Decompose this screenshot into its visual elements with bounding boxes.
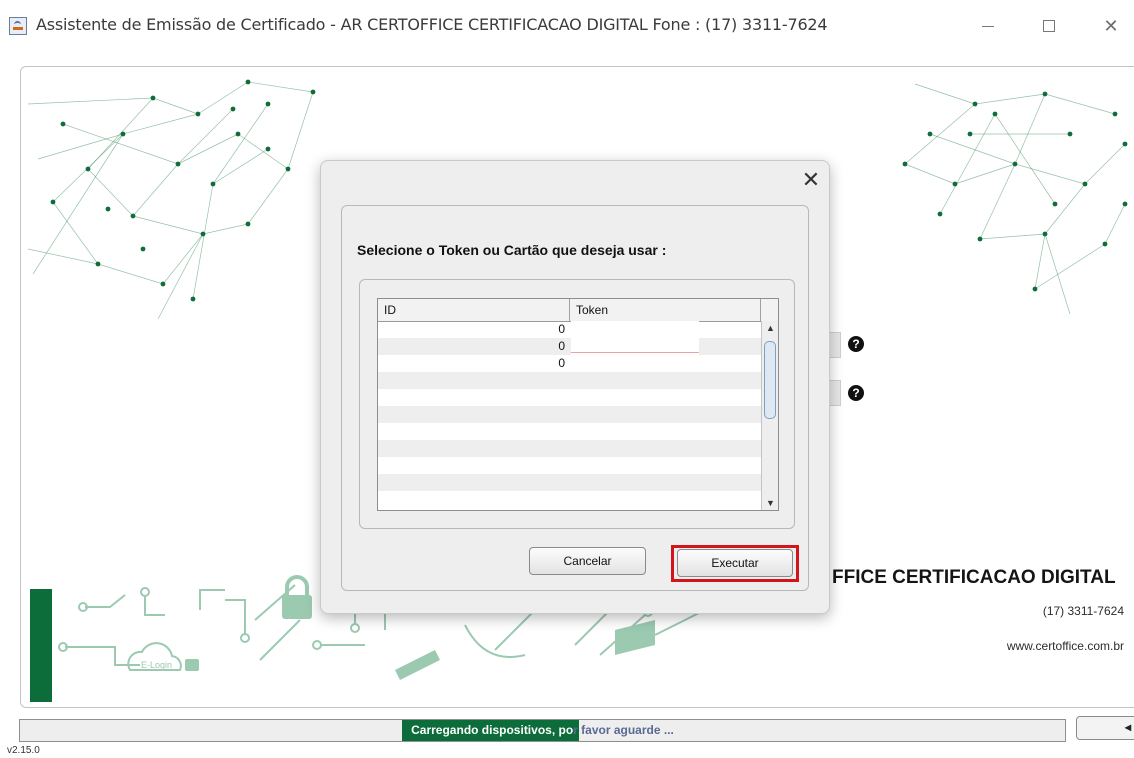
company-phone: (17) 3311-7624: [1042, 604, 1124, 618]
row-token: [571, 355, 699, 372]
company-website: www.certoffice.com.br: [1006, 639, 1124, 653]
table-row: [378, 406, 762, 423]
table-row: [378, 491, 762, 508]
table-row: [378, 372, 762, 389]
cancel-button[interactable]: Cancelar: [529, 547, 646, 575]
column-header-token[interactable]: Token: [570, 299, 761, 321]
table-row[interactable]: 0: [378, 338, 762, 355]
table-header: ID Token: [378, 299, 778, 322]
elogin-logo-text: E-Login: [141, 660, 172, 670]
minimize-button[interactable]: [965, 8, 1011, 44]
dialog-body: Selecione o Token ou Cartão que deseja u…: [341, 205, 809, 591]
row-id: 0: [558, 339, 565, 353]
network-graphic-left: [28, 79, 316, 320]
help-icon[interactable]: ?: [848, 336, 864, 352]
side-action-button[interactable]: ◂: [1076, 716, 1134, 740]
dialog-titlebar: ✕: [321, 161, 829, 201]
table-row: [378, 457, 762, 474]
table-scrollbar[interactable]: ▲ ▼: [761, 321, 778, 510]
network-graphic-right: [902, 83, 1128, 315]
table-row: [378, 389, 762, 406]
table-row[interactable]: 0: [378, 321, 762, 338]
maximize-button[interactable]: [1025, 8, 1071, 44]
version-label: v2.15.0: [7, 745, 40, 756]
status-message: Carregando dispositivos, por favor aguar…: [20, 723, 1065, 737]
table-row: [378, 474, 762, 491]
status-message-part-1: Carregando dispositivos, po: [411, 723, 574, 737]
arrow-icon: ◂: [1124, 720, 1131, 734]
token-table: ID Token 0 0 0 ▲ ▼: [377, 298, 779, 511]
token-cell-underline: [571, 352, 699, 353]
table-row: [378, 440, 762, 457]
scroll-thumb[interactable]: [764, 341, 776, 419]
row-id: 0: [558, 322, 565, 336]
token-table-group: ID Token 0 0 0 ▲ ▼: [359, 279, 795, 529]
window-titlebar: Assistente de Emissão de Certificado - A…: [0, 0, 1134, 52]
hidden-field-2[interactable]: [830, 380, 841, 406]
status-message-part-2: r favor aguarde ...: [573, 723, 674, 737]
java-app-icon: [9, 17, 27, 35]
brand-accent-bar: [30, 589, 52, 702]
column-header-id[interactable]: ID: [378, 299, 570, 321]
status-progress-bar: Carregando dispositivos, por favor aguar…: [19, 719, 1066, 742]
dialog-close-icon[interactable]: ✕: [799, 169, 823, 193]
row-token: [571, 321, 699, 338]
execute-button[interactable]: Executar: [677, 549, 793, 577]
row-id: 0: [558, 356, 565, 370]
help-icon[interactable]: ?: [848, 385, 864, 401]
table-row: [378, 423, 762, 440]
table-row[interactable]: 0: [378, 355, 762, 372]
close-window-button[interactable]: ✕: [1088, 8, 1134, 44]
scroll-down-icon[interactable]: ▼: [763, 496, 778, 510]
dialog-heading: Selecione o Token ou Cartão que deseja u…: [357, 242, 667, 258]
company-name: FFICE CERTIFICACAO DIGITAL: [832, 567, 1116, 588]
table-rows: 0 0 0: [378, 321, 762, 508]
hidden-field-1[interactable]: [830, 332, 841, 358]
window-title: Assistente de Emissão de Certificado - A…: [36, 15, 828, 34]
scroll-up-icon[interactable]: ▲: [763, 321, 778, 335]
token-selection-dialog: ✕ Selecione o Token ou Cartão que deseja…: [320, 160, 830, 614]
